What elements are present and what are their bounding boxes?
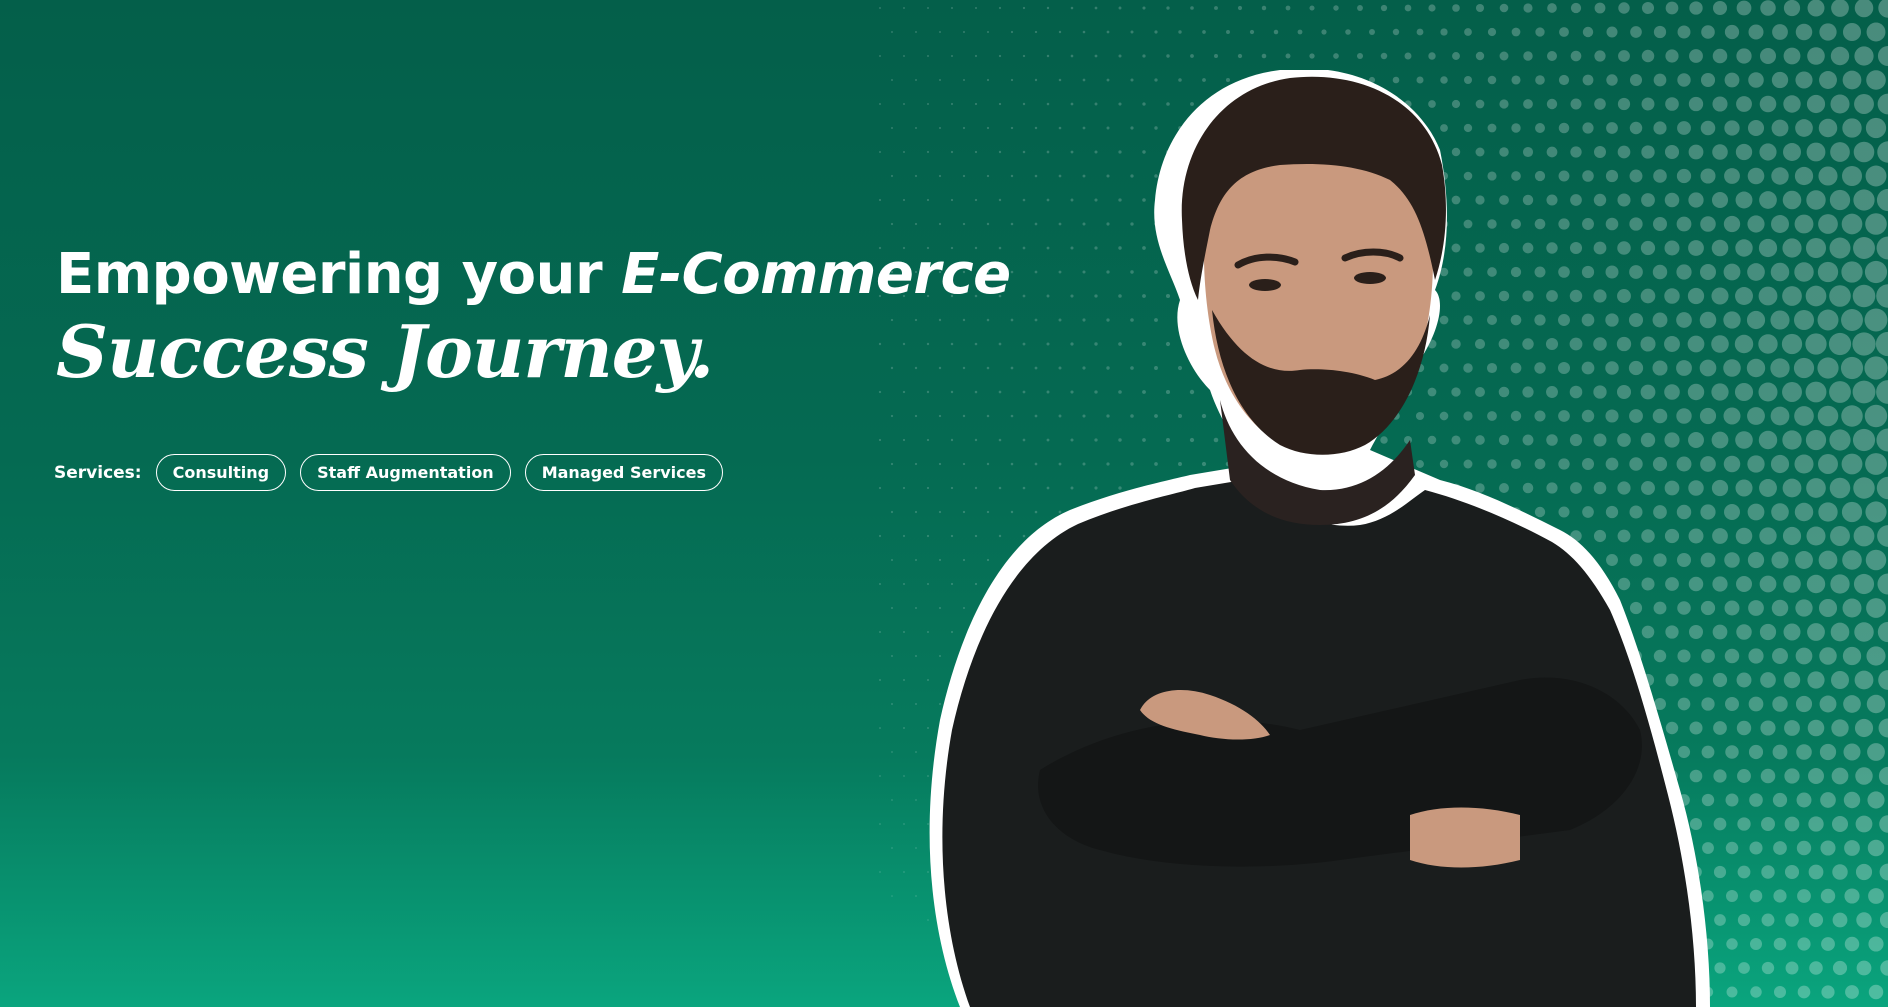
portrait-left-eye (1249, 279, 1281, 291)
headline-line-2: Success Journey. (56, 309, 714, 394)
portrait-right-eye (1354, 272, 1386, 284)
services-label: Services: (54, 462, 142, 483)
portrait-photo (929, 70, 1710, 1007)
services-row: Services: Consulting Staff Augmentation … (54, 454, 723, 491)
headline-part-1: Empowering your (56, 242, 622, 307)
service-chip-managed-services[interactable]: Managed Services (524, 454, 723, 491)
service-chip-consulting[interactable]: Consulting (155, 454, 287, 491)
hero-headline: Empowering your E-Commerce Success Journ… (56, 240, 1011, 394)
service-chip-staff-augmentation[interactable]: Staff Augmentation (300, 454, 511, 491)
hero-section: Empowering your E-Commerce Success Journ… (0, 0, 1888, 1007)
portrait-right-hand (1410, 807, 1520, 868)
headline-line-1: Empowering your E-Commerce (56, 240, 1011, 310)
